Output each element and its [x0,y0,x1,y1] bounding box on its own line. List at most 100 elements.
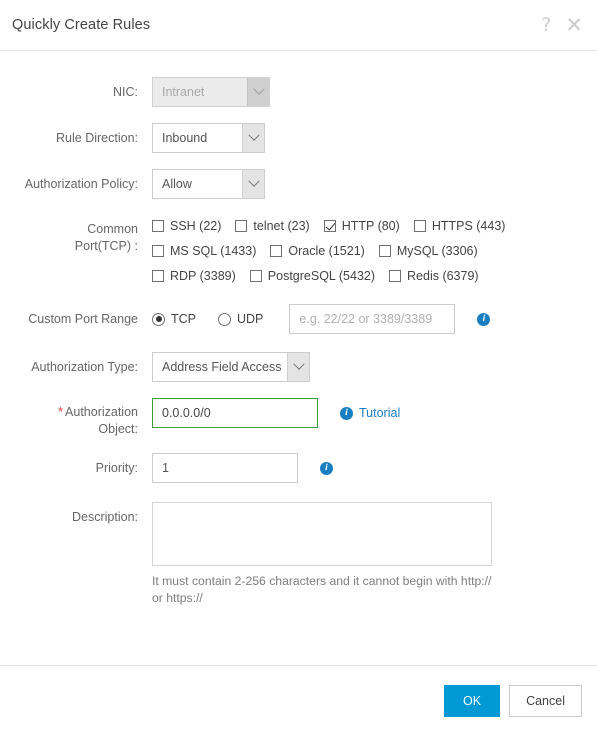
authorization-policy-select[interactable]: Allow [152,169,265,199]
checkbox-label: HTTP (80) [341,219,400,233]
description-label: Description: [72,510,138,524]
common-port-label-line2: Port(TCP) : [74,239,138,253]
authorization-object-label: * Authorization Object: [0,398,152,438]
row-priority: Priority: i [0,453,597,483]
row-description: Description: It must contain 2-256 chara… [0,502,597,607]
info-icon[interactable]: i [320,461,333,475]
common-port-label-line1: Common [87,222,138,236]
checkbox-label: RDP (3389) [170,269,236,283]
chevron-down-icon [247,78,269,106]
row-authorization-object: *Authorization Object: i Tutorial [0,398,597,438]
checkbox-label: HTTPS (443) [431,219,506,233]
custom-port-range-field: TCP UDP i [152,304,597,334]
checkbox-box[interactable] [152,270,164,282]
priority-input[interactable] [152,453,298,483]
checkbox-label: MySQL (3306) [396,244,478,258]
checkbox-box[interactable] [413,220,426,232]
authorization-object-tutorial[interactable]: i Tutorial [340,398,400,428]
custom-port-range-label: Custom Port Range [28,312,138,326]
dialog-body: NIC: Intranet Rule Direction: Inbound Au… [0,51,597,665]
checkbox-https-443[interactable]: HTTPS (443) [413,219,506,233]
description-hint: It must contain 2-256 characters and it … [152,574,492,605]
info-icon[interactable]: i [340,406,353,420]
ok-button[interactable]: OK [444,685,501,717]
nic-field: Intranet [152,77,597,107]
info-icon[interactable]: i [477,312,491,326]
required-marker: * [58,405,64,419]
authorization-object-label-line2: Object: [98,422,138,436]
description-field: It must contain 2-256 characters and it … [152,502,597,607]
checkbox-box[interactable] [270,245,283,257]
chevron-down-icon[interactable] [287,353,309,381]
row-common-port: Common Port(TCP) : SSH (22) telnet (23) [0,215,597,294]
checkbox-postgresql-5432[interactable]: PostgreSQL (5432) [249,269,376,283]
tutorial-link[interactable]: Tutorial [359,406,400,420]
checkbox-rdp-3389[interactable]: RDP (3389) [152,269,236,283]
authorization-type-label: Authorization Type: [31,360,138,374]
checkbox-oracle-1521[interactable]: Oracle (1521) [270,244,365,258]
dialog-titlebar: Quickly Create Rules ? ✕ [0,0,597,51]
checkbox-box[interactable] [389,270,402,282]
checkbox-box[interactable] [152,220,164,232]
authorization-object-input[interactable] [152,398,318,428]
row-custom-port-range: Custom Port Range TCP UDP i [0,304,597,334]
checkbox-box[interactable] [249,270,262,282]
checkbox-redis-6379[interactable]: Redis (6379) [389,269,479,283]
priority-label: Priority: [95,461,138,475]
checkbox-label: telnet (23) [253,219,310,233]
checkbox-telnet-23[interactable]: telnet (23) [235,219,310,233]
radio-udp[interactable]: UDP [218,312,263,326]
checkbox-box[interactable] [235,220,248,232]
checkbox-mssql-1433[interactable]: MS SQL (1433) [152,244,256,258]
checkbox-label: Oracle (1521) [288,244,365,258]
checkbox-ssh-22[interactable]: SSH (22) [152,219,221,233]
radio-circle[interactable] [152,312,165,326]
rule-direction-label: Rule Direction: [56,131,138,145]
checkbox-label: PostgreSQL (5432) [267,269,376,283]
authorization-policy-label: Authorization Policy: [24,177,138,191]
radio-label: UDP [237,312,264,326]
authorization-type-value: Address Field Access [162,360,282,374]
dialog-footer: OK Cancel [0,665,597,736]
authorization-type-select[interactable]: Address Field Access [152,352,310,382]
common-port-row: RDP (3389) PostgreSQL (5432) Redis (6379… [152,269,597,283]
quickly-create-rules-dialog: Quickly Create Rules ? ✕ NIC: Intranet R… [0,0,597,736]
question-mark-icon[interactable]: ? [541,15,551,35]
checkbox-box[interactable] [152,245,164,257]
checkbox-box[interactable] [378,245,391,257]
chevron-down-icon[interactable] [242,124,264,152]
custom-port-range-input[interactable] [289,304,456,334]
checkbox-mysql-3306[interactable]: MySQL (3306) [378,244,478,258]
priority-field: i [152,453,597,483]
nic-select: Intranet [152,77,270,107]
titlebar-actions: ? ✕ [541,0,583,50]
checkbox-label: Redis (6379) [407,269,479,283]
row-nic: NIC: Intranet [0,77,597,107]
priority-info[interactable]: i [320,453,333,483]
common-port-checkbox-grid: SSH (22) telnet (23) HTTP (80) HTTPS (44… [152,215,597,283]
chevron-down-icon[interactable] [242,170,264,198]
row-authorization-type: Authorization Type: Address Field Access [0,352,597,382]
authorization-object-label-text: Authorization [65,405,138,419]
close-icon[interactable]: ✕ [565,14,583,36]
rule-direction-select[interactable]: Inbound [152,123,265,153]
common-port-row: MS SQL (1433) Oracle (1521) MySQL (3306) [152,244,597,258]
rule-direction-field: Inbound [152,123,597,153]
common-port-row: SSH (22) telnet (23) HTTP (80) HTTPS (44… [152,219,597,233]
custom-port-range-info[interactable]: i [477,304,491,334]
cancel-button[interactable]: Cancel [509,685,582,717]
common-port-label: Common Port(TCP) : [0,215,152,255]
radio-circle[interactable] [218,312,231,326]
radio-tcp[interactable]: TCP [152,312,196,326]
row-authorization-policy: Authorization Policy: Allow [0,169,597,199]
dialog-title: Quickly Create Rules [12,17,151,33]
authorization-type-field: Address Field Access [152,352,597,382]
row-rule-direction: Rule Direction: Inbound [0,123,597,153]
checkbox-label: SSH (22) [170,219,222,233]
checkbox-box[interactable] [323,220,336,232]
authorization-object-label-line1: * Authorization [0,404,138,421]
description-textarea[interactable] [152,502,492,566]
authorization-object-field: i Tutorial [152,398,597,428]
checkbox-http-80[interactable]: HTTP (80) [323,219,400,233]
checkbox-label: MS SQL (1433) [170,244,257,258]
